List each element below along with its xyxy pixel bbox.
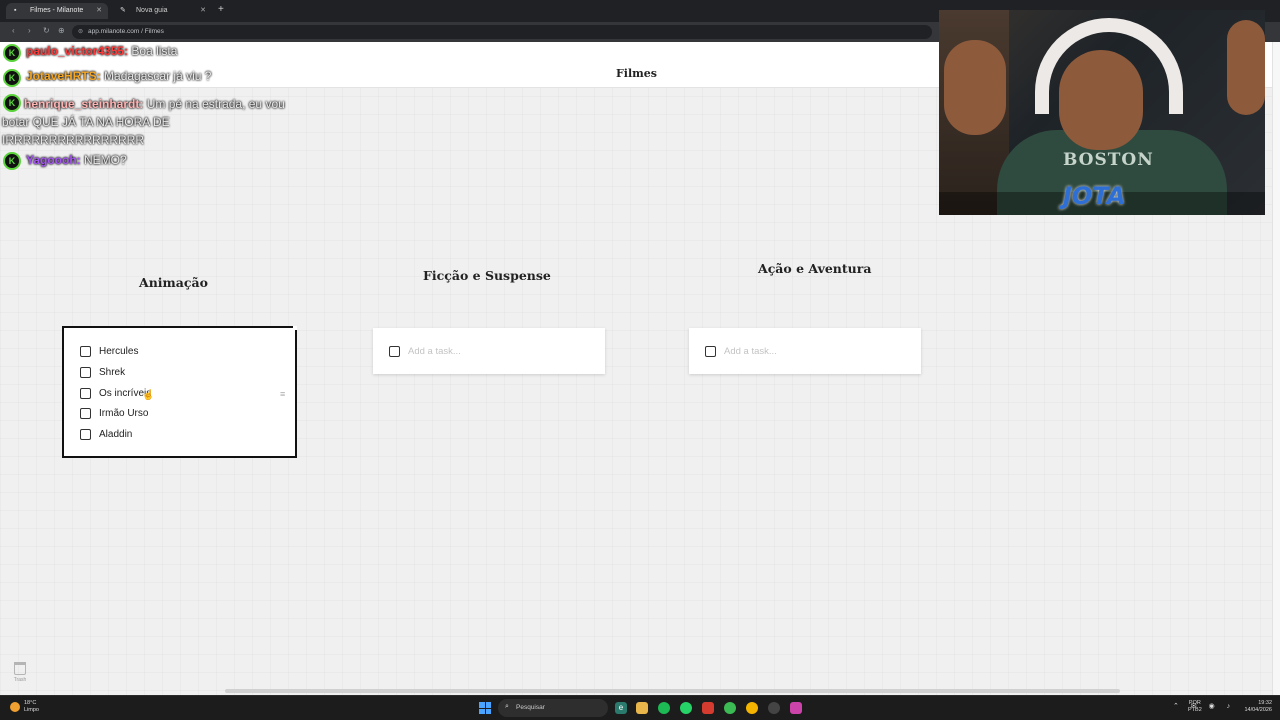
streamer-hand-left [944,40,1006,135]
chat-username: JotaveHRTS: [26,69,101,83]
chat-message: JotaveHRTS: Madagascar já viu ? [2,69,211,83]
lang-bottom: PTB2 [1188,707,1202,713]
green-app-icon[interactable] [724,702,736,714]
reload-icon[interactable]: ↻ [43,26,50,35]
add-task-input[interactable]: Add a task... [408,346,461,357]
task-text[interactable]: Hercules [99,346,138,357]
clock[interactable]: 19:32 14/04/2026 [1244,700,1272,714]
settings-gear-icon[interactable] [768,702,780,714]
system-tray-icons[interactable]: ⌃ ✉ ◉ ♪ [1173,702,1235,710]
clock-time: 19:32 [1258,700,1272,706]
close-tab-icon[interactable]: ✕ [96,6,102,14]
file-explorer-icon[interactable] [636,702,648,714]
headphones [1035,18,1183,114]
tab-label: Filmes - Milanote [30,7,84,14]
task-row[interactable]: Irmão Urso [80,406,148,420]
chrome-icon[interactable] [746,702,758,714]
chat-text: Boa lista [131,44,178,58]
weather-sun-icon [10,702,20,712]
url-text: app.milanote.com / Filmes [88,28,164,35]
tab-filmes-milanote[interactable]: ▪ Filmes - Milanote ✕ [6,3,108,19]
site-info-icon[interactable]: ⊜ [78,28,83,35]
task-checkbox[interactable] [80,366,91,378]
task-checkbox[interactable] [705,345,716,357]
edge-browser-icon[interactable]: e [615,702,627,714]
chat-username: henrique_steinhardt: [24,97,144,111]
task-checkbox[interactable] [80,345,91,357]
clock-date: 14/04/2026 [1244,707,1272,713]
column-heading-animacao[interactable]: Animação [139,275,208,290]
chat-message: Yagoooh: NEMO? [2,153,127,167]
windows-start-icon[interactable] [479,702,491,714]
spotify-icon[interactable] [658,702,670,714]
task-row[interactable]: Aladdin [80,427,132,441]
tab-nova-guia[interactable]: ✎ Nova guia ✕ [112,3,212,19]
forward-icon[interactable]: › [28,26,31,35]
column-heading-ficcao-suspense[interactable]: Ficção e Suspense [423,268,551,283]
trash-button[interactable]: Trash [11,662,29,683]
task-checkbox[interactable] [80,407,91,419]
drag-handle-icon[interactable]: ≡ [280,390,285,399]
webcam-overlay: BOSTON JOTA [939,10,1265,215]
taskbar-search[interactable]: ⌕ Pesquisar [498,699,608,717]
chat-username: paulo_victor4355: [26,44,129,58]
back-icon[interactable]: ‹ [12,26,15,35]
weather-desc: Limpo [24,707,39,713]
channel-logo: JOTA [1063,182,1126,210]
task-list-card-ficcao-suspense[interactable]: Add a task... [373,328,605,374]
extension-icon[interactable]: ⊕ [58,26,65,35]
search-icon: ⌕ [505,703,509,710]
left-toolbar [0,88,38,695]
task-checkbox[interactable] [389,345,400,357]
task-row[interactable]: Os incríveis [80,386,151,400]
chat-text: Madagascar já viu ? [104,69,212,83]
horizontal-scrollbar[interactable] [225,689,1120,693]
chat-text: NEMO? [84,153,127,167]
new-tab-favicon-icon: ✎ [120,7,126,14]
snipping-tool-icon[interactable] [790,702,802,714]
trash-label: Trash [13,677,27,683]
close-tab-icon[interactable]: ✕ [200,6,206,14]
task-list-card-animacao[interactable]: Hercules Shrek Os incríveis ≡ Irmão Urso… [62,326,297,458]
task-text[interactable]: Aladdin [99,429,132,440]
lang-top: POR [1188,700,1201,706]
whatsapp-icon[interactable] [680,702,692,714]
add-task-row[interactable]: Add a task... [705,344,777,358]
add-task-row[interactable]: Add a task... [389,344,461,358]
right-toolbar [1272,42,1280,695]
tab-label: Nova guia [136,7,168,14]
chat-message: henrique_steinhardt: Um pé na estrada, e… [2,95,302,149]
add-task-input[interactable]: Add a task... [724,346,777,357]
task-text[interactable]: Irmão Urso [99,408,148,419]
task-row[interactable]: Shrek [80,365,125,379]
new-tab-button[interactable]: + [218,4,224,15]
trash-icon [14,662,26,675]
task-checkbox[interactable] [80,428,91,440]
mouse-cursor-icon: ☝ [142,390,155,401]
search-placeholder: Pesquisar [516,704,545,711]
shirt-text: BOSTON [1063,150,1154,170]
windows-taskbar: 18°C Limpo ⌕ Pesquisar e ⌃ ✉ ◉ ♪ POR PTB… [0,695,1280,720]
language-indicator[interactable]: POR PTB2 [1188,700,1202,714]
chat-username: Yagoooh: [26,153,81,167]
task-text[interactable]: Shrek [99,367,125,378]
task-checkbox[interactable] [80,387,91,399]
streamer-hand-right [1227,20,1265,115]
weather-temp: 18°C [24,700,37,706]
milanote-favicon-icon: ▪ [14,7,17,14]
chat-message: paulo_victor4355: Boa lista [2,44,177,58]
weather-widget[interactable]: 18°C Limpo [8,700,39,714]
card-corner [293,326,297,330]
brave-icon[interactable] [702,702,714,714]
task-list-card-acao-aventura[interactable]: Add a task... [689,328,921,374]
task-row[interactable]: Hercules [80,344,138,358]
column-heading-acao-aventura[interactable]: Ação e Aventura [758,261,871,276]
url-field[interactable]: ⊜ app.milanote.com / Filmes [72,25,932,39]
